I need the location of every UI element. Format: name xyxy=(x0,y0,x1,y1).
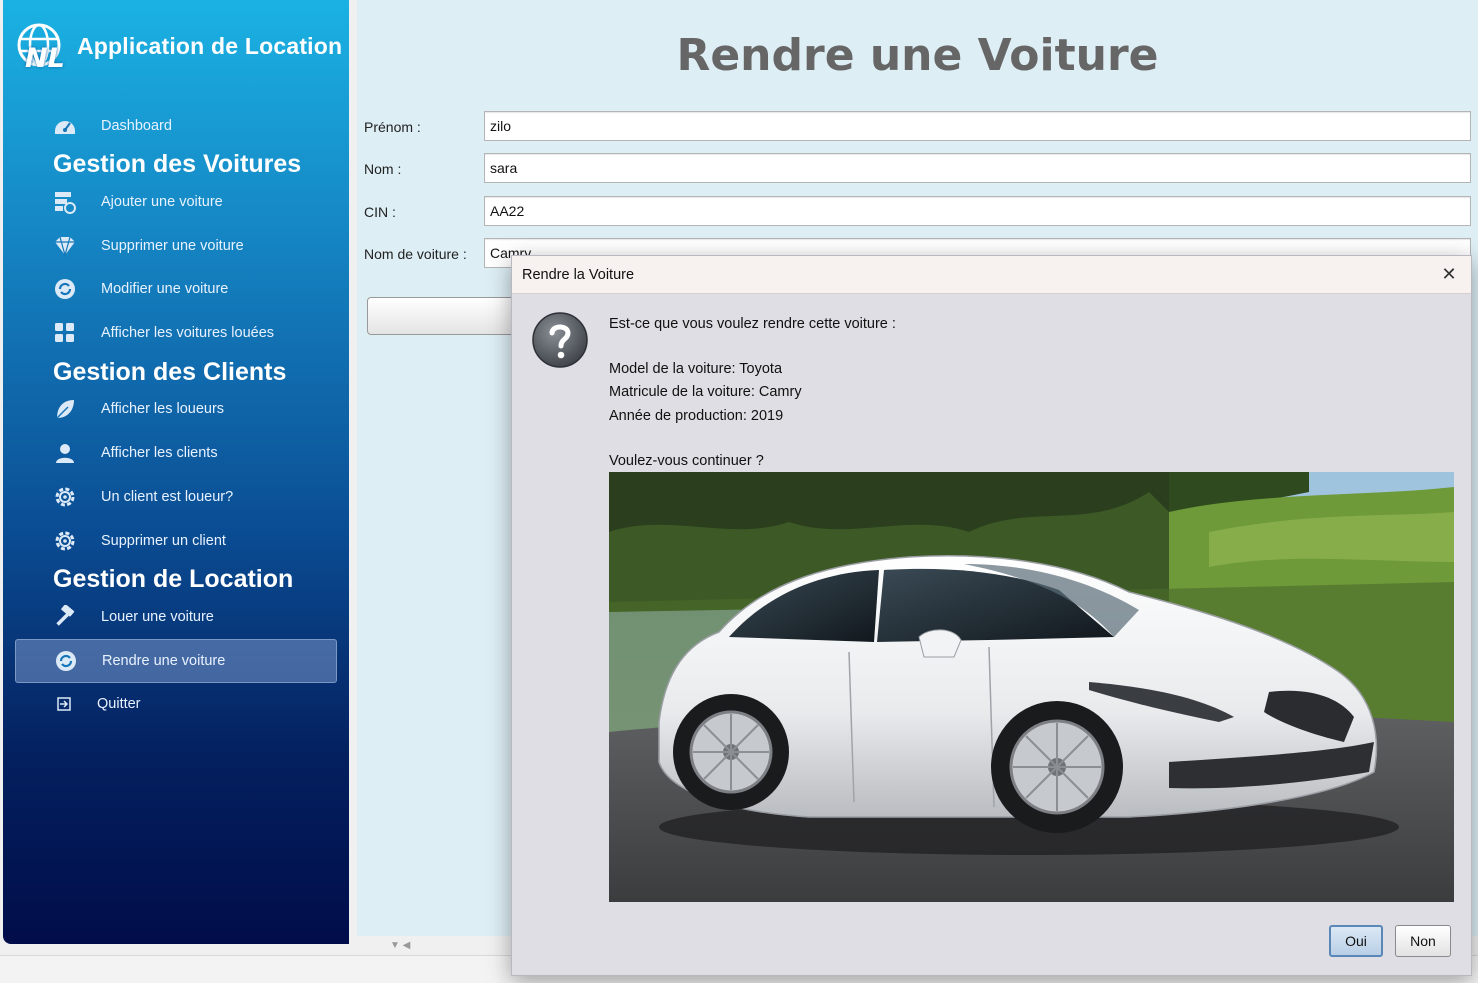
sidebar-item-afficher-loueurs[interactable]: Afficher les loueurs xyxy=(15,387,337,431)
diamond-icon xyxy=(52,233,78,259)
prenom-field[interactable]: zilo xyxy=(484,111,1471,141)
sidebar-item-modifier-voiture[interactable]: Modifier une voiture xyxy=(15,267,337,311)
oui-button[interactable]: Oui xyxy=(1329,925,1383,957)
sidebar-item-label: Supprimer un client xyxy=(101,533,226,549)
dialog-model: Model de la voiture: Toyota xyxy=(609,361,783,377)
dialog-matricule: Matricule de la voiture: Camry xyxy=(609,384,802,400)
confirm-dialog: Rendre la Voiture ✕ Est-ce que vous voul… xyxy=(511,255,1472,976)
speedometer-icon xyxy=(52,113,78,139)
sidebar-item-afficher-clients[interactable]: Afficher les clients xyxy=(15,431,337,475)
non-button[interactable]: Non xyxy=(1395,925,1451,957)
sidebar-item-label: Modifier une voiture xyxy=(101,281,229,297)
car-photo xyxy=(609,472,1454,902)
nom-field[interactable]: sara xyxy=(484,153,1471,183)
section-title-voitures: Gestion des Voitures xyxy=(53,150,302,178)
section-title-clients: Gestion des Clients xyxy=(53,358,287,386)
hammer-icon xyxy=(52,604,78,630)
sidebar-item-label: Afficher les clients xyxy=(101,445,218,461)
dialog-titlebar: Rendre la Voiture ✕ xyxy=(512,256,1471,294)
sidebar-item-client-loueur[interactable]: Un client est loueur? xyxy=(15,475,337,519)
sidebar-item-louer-voiture[interactable]: Louer une voiture xyxy=(15,595,337,639)
question-icon xyxy=(531,311,589,369)
sidebar-item-label: Afficher les voitures louées xyxy=(101,325,275,341)
sidebar-item-supprimer-voiture[interactable]: Supprimer une voiture xyxy=(15,224,337,268)
nom-voiture-label: Nom de voiture : xyxy=(364,246,467,262)
sidebar-item-label: Un client est loueur? xyxy=(101,489,234,505)
nom-label: Nom : xyxy=(364,161,402,177)
sidebar-item-rendre-voiture[interactable]: Rendre une voiture xyxy=(15,639,337,683)
sidebar-item-ajouter-voiture[interactable]: Ajouter une voiture xyxy=(15,180,337,224)
brand: NL Application de Location xyxy=(15,20,342,76)
user-icon xyxy=(52,440,78,466)
page-title: Rendre une Voiture xyxy=(676,30,1159,81)
dialog-annee: Année de production: 2019 xyxy=(609,408,784,424)
prenom-label: Prénom : xyxy=(364,119,421,135)
dialog-continue: Voulez-vous continuer ? xyxy=(609,453,764,469)
car-add-icon xyxy=(52,189,78,215)
gear-icon xyxy=(52,484,78,510)
app-logo: NL xyxy=(15,21,71,75)
scroll-arrows: ▼ ◀ xyxy=(390,940,411,951)
gear-icon xyxy=(52,528,78,554)
logo-text: NL xyxy=(25,43,65,74)
exit-icon xyxy=(51,691,77,717)
sidebar-item-label: Quitter xyxy=(97,696,141,712)
sidebar-item-dashboard[interactable]: Dashboard xyxy=(15,104,337,148)
cin-label: CIN : xyxy=(364,204,396,220)
sidebar-item-supprimer-client[interactable]: Supprimer un client xyxy=(15,519,337,563)
sidebar-item-label: Dashboard xyxy=(101,118,172,134)
close-icon[interactable]: ✕ xyxy=(1437,263,1461,287)
sidebar-item-quitter[interactable]: Quitter xyxy=(15,682,337,726)
cin-field[interactable]: AA22 xyxy=(484,196,1471,226)
grid-icon xyxy=(52,320,78,346)
rendre-button[interactable] xyxy=(367,297,527,335)
sidebar-item-voitures-louees[interactable]: Afficher les voitures louées xyxy=(15,311,337,355)
refresh-icon xyxy=(53,648,79,674)
sidebar: NL Application de Location Dashboard Ges… xyxy=(3,0,349,944)
sidebar-item-label: Rendre une voiture xyxy=(102,653,226,669)
leaf-icon xyxy=(52,396,78,422)
dialog-question: Est-ce que vous voulez rendre cette voit… xyxy=(609,316,896,332)
sidebar-item-label: Ajouter une voiture xyxy=(101,194,223,210)
refresh-icon xyxy=(52,276,78,302)
section-title-location: Gestion de Location xyxy=(53,565,294,593)
sidebar-item-label: Afficher les loueurs xyxy=(101,401,225,417)
sidebar-item-label: Supprimer une voiture xyxy=(101,238,244,254)
app-title: Application de Location xyxy=(77,32,343,59)
sidebar-item-label: Louer une voiture xyxy=(101,609,214,625)
dialog-title: Rendre la Voiture xyxy=(522,266,635,283)
